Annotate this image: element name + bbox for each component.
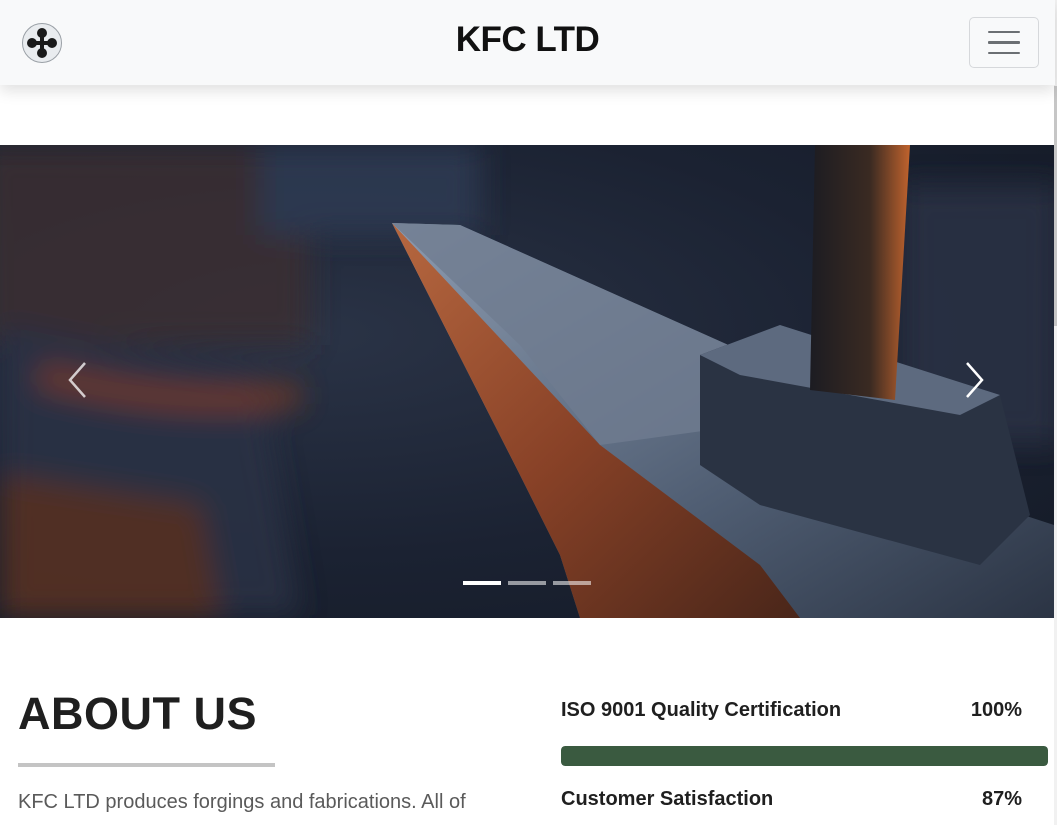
about-text: KFC LTD produces forgings and fabricatio…: [18, 791, 466, 813]
chevron-left-icon: [68, 362, 86, 398]
skill-label-satisfaction: Customer Satisfaction: [561, 788, 774, 810]
hamburger-menu-icon-bar: [988, 41, 1020, 44]
anvil-hammer-slide-image: [0, 145, 1054, 618]
about-heading: ABOUT US: [18, 688, 257, 739]
carousel-indicators: [0, 581, 1054, 585]
hamburger-menu-icon-bar: [988, 51, 1020, 55]
hamburger-menu-icon: [988, 30, 1020, 34]
hero-carousel: [0, 145, 1054, 618]
progress-bar-iso: [561, 746, 1048, 766]
about-divider: [18, 763, 275, 767]
skill-label-iso: ISO 9001 Quality Certification: [561, 699, 842, 721]
carousel-indicator-1[interactable]: [463, 581, 501, 585]
chevron-right-icon: [966, 362, 984, 398]
carousel-indicator-3[interactable]: [553, 581, 591, 585]
top-navbar: KFC LTD: [0, 0, 1055, 85]
progress-fill-iso: [561, 746, 1048, 766]
skill-percent-iso: 100%: [970, 699, 1022, 721]
menu-toggle-button[interactable]: [969, 17, 1039, 68]
brand-title[interactable]: KFC LTD: [0, 20, 1055, 60]
carousel-next-button[interactable]: [945, 335, 1005, 425]
carousel-indicator-2[interactable]: [508, 581, 546, 585]
page: KFC LTD ABOUT US KFC LTD produces forgin…: [0, 0, 1057, 825]
skill-percent-satisfaction: 87%: [981, 788, 1022, 810]
carousel-prev-button[interactable]: [47, 335, 107, 425]
